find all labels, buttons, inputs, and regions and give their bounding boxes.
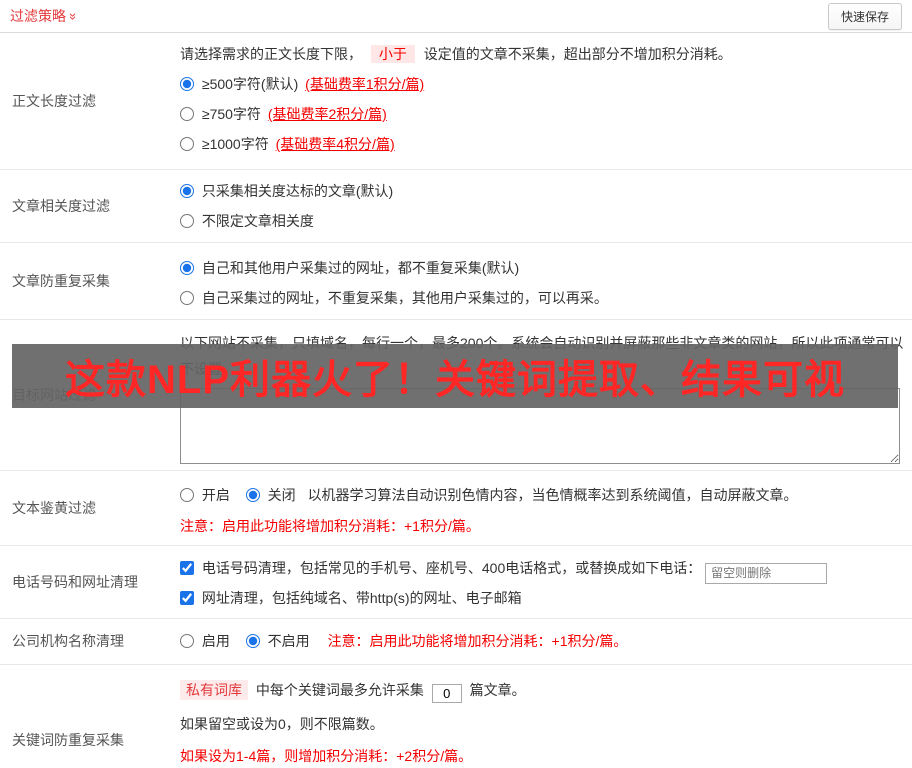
length-intro: 请选择需求的正文长度下限， 小于 设定值的文章不采集，超出部分不增加积分消耗。 <box>180 39 904 69</box>
fee-note: (基础费率4积分/篇) <box>275 136 395 152</box>
checkbox-option-url-cleanup[interactable]: 网址清理，包括纯域名、带http(s)的网址、电子邮箱 <box>180 584 904 612</box>
quick-save-button[interactable]: 快速保存 <box>827 2 902 30</box>
section-length-filter: 正文长度过滤 请选择需求的正文长度下限， 小于 设定值的文章不采集，超出部分不增… <box>0 33 912 170</box>
radio-option-dedup-self[interactable]: 自己采集过的网址，不重复采集，其他用户采集过的，可以再采。 <box>180 283 904 313</box>
option-label: ≥500字符(默认) <box>201 76 299 92</box>
section-label-target-site: 目标网站过滤 <box>12 387 96 403</box>
section-target-site-filter: 目标网站过滤 以下网站不采集，只填域名，每行一个，最多200个。系统会自动识别并… <box>0 320 912 471</box>
radio-input-length-1000[interactable] <box>180 137 194 151</box>
page-title[interactable]: 过滤策略 » <box>10 6 82 26</box>
section-label-phone: 电话号码和网址清理 <box>12 573 138 590</box>
section-label-porn: 文本鉴黄过滤 <box>12 500 96 516</box>
option-label: ≥1000字符 <box>201 136 269 152</box>
radio-option-length-1000[interactable]: ≥1000字符 (基础费率4积分/篇) <box>180 129 904 159</box>
page-title-text: 过滤策略 <box>10 8 66 24</box>
keyword-limit-input[interactable] <box>431 683 462 703</box>
section-porn-filter: 文本鉴黄过滤 开启 关闭 以机器学习算法自动识别色情内容，当色情概率达到系统阈值… <box>0 471 912 546</box>
length-intro-after: 设定值的文章不采集，超出部分不增加积分消耗。 <box>423 46 732 62</box>
radio-option-porn-on[interactable]: 开启 <box>180 487 234 503</box>
blocked-sites-textarea[interactable] <box>180 388 900 464</box>
company-cost-note: 注意：启用此功能将增加积分消耗：+1积分/篇。 <box>327 632 628 649</box>
radio-option-length-750[interactable]: ≥750字符 (基础费率2积分/篇) <box>180 99 904 129</box>
keyword-limit-text: 中每个关键词最多允许采集 <box>255 681 424 698</box>
radio-input-company-on[interactable] <box>180 633 194 648</box>
fee-note: (基础费率1积分/篇) <box>305 76 425 92</box>
option-label: ≥750字符 <box>201 106 261 122</box>
radio-input-porn-off[interactable] <box>245 488 260 502</box>
section-label-length: 正文长度过滤 <box>12 93 96 109</box>
section-company-cleanup: 公司机构名称清理 启用 不启用 注意：启用此功能将增加积分消耗：+1积分/篇。 <box>0 619 912 665</box>
radio-option-porn-off[interactable]: 关闭 <box>245 487 300 503</box>
replacement-phone-input[interactable] <box>705 562 828 584</box>
radio-input-dedup-global[interactable] <box>180 261 194 275</box>
section-keyword-dedup: 关键词防重复采集 私有词库 中每个关键词最多允许采集 篇文章。 如果留空或设为0… <box>0 665 912 768</box>
checkbox-input-phone-cleanup[interactable] <box>180 561 194 575</box>
radio-input-porn-on[interactable] <box>180 488 194 502</box>
keyword-note-zero: 如果留空或设为0，则不限篇数。 <box>180 715 384 732</box>
radio-input-dedup-self[interactable] <box>180 291 194 305</box>
option-label: 不启用 <box>267 632 310 649</box>
keyword-note-cost: 如果设为1-4篇，则增加积分消耗：+2积分/篇。 <box>180 747 473 764</box>
section-label-company: 公司机构名称清理 <box>12 633 124 649</box>
option-label: 网址清理，包括纯域名、带http(s)的网址、电子邮箱 <box>201 589 522 606</box>
radio-option-relevance-strict[interactable]: 只采集相关度达标的文章(默认) <box>180 176 904 206</box>
radio-input-length-500[interactable] <box>180 77 194 91</box>
section-relevance-filter: 文章相关度过滤 只采集相关度达标的文章(默认) 不限定文章相关度 <box>0 170 912 243</box>
radio-input-relevance-any[interactable] <box>180 214 194 228</box>
option-label: 开启 <box>201 487 230 503</box>
radio-input-company-off[interactable] <box>245 633 260 648</box>
lessthan-highlight: 小于 <box>370 45 415 63</box>
section-label-dedup: 文章防重复采集 <box>12 273 110 289</box>
section-label-relevance: 文章相关度过滤 <box>12 198 110 214</box>
fee-note: (基础费率2积分/篇) <box>267 106 387 122</box>
radio-option-company-on[interactable]: 启用 <box>180 633 234 649</box>
option-label: 电话号码清理，包括常见的手机号、座机号、400电话格式，或替换成如下电话： <box>201 560 702 576</box>
option-label: 启用 <box>201 632 230 649</box>
radio-option-relevance-any[interactable]: 不限定文章相关度 <box>180 206 904 236</box>
radio-option-length-500[interactable]: ≥500字符(默认) (基础费率1积分/篇) <box>180 69 904 99</box>
section-dedup-filter: 文章防重复采集 自己和其他用户采集过的网址，都不重复采集(默认) 自己采集过的网… <box>0 243 912 320</box>
option-label: 关闭 <box>267 487 296 503</box>
chevron-down-icon: » <box>66 12 82 20</box>
radio-input-relevance-strict[interactable] <box>180 184 194 198</box>
option-label: 只采集相关度达标的文章(默认) <box>201 183 394 199</box>
length-intro-before: 请选择需求的正文长度下限， <box>180 46 362 62</box>
porn-cost-note: 注意：启用此功能将增加积分消耗：+1积分/篇。 <box>180 518 480 534</box>
porn-description: 以机器学习算法自动识别色情内容，当色情概率达到系统阈值，自动屏蔽文章。 <box>307 487 798 503</box>
radio-option-dedup-global[interactable]: 自己和其他用户采集过的网址，都不重复采集(默认) <box>180 253 904 283</box>
keyword-limit-suffix: 篇文章。 <box>469 681 526 698</box>
option-label: 不限定文章相关度 <box>201 213 314 229</box>
radio-option-company-off[interactable]: 不启用 <box>245 632 314 649</box>
radio-input-length-750[interactable] <box>180 107 194 121</box>
keyword-limit-line: 私有词库 中每个关键词最多允许采集 篇文章。 <box>180 679 904 703</box>
private-lexicon-link[interactable]: 私有词库 <box>180 679 248 700</box>
filter-strategy-page: 过滤策略 » 快速保存 正文长度过滤 请选择需求的正文长度下限， 小于 设定值的… <box>0 0 912 768</box>
option-label: 自己和其他用户采集过的网址，都不重复采集(默认) <box>201 260 520 276</box>
checkbox-input-url-cleanup[interactable] <box>180 590 194 605</box>
topbar: 过滤策略 » 快速保存 <box>0 0 912 33</box>
option-label: 自己采集过的网址，不重复采集，其他用户采集过的，可以再采。 <box>201 290 608 306</box>
target-site-description: 以下网站不采集，只填域名，每行一个，最多200个。系统会自动识别并屏蔽那些非文章… <box>180 335 904 377</box>
checkbox-option-phone-cleanup[interactable]: 电话号码清理，包括常见的手机号、座机号、400电话格式，或替换成如下电话： <box>180 554 904 584</box>
section-label-keyword: 关键词防重复采集 <box>12 731 124 748</box>
section-phone-url-cleanup: 电话号码和网址清理 电话号码清理，包括常见的手机号、座机号、400电话格式，或替… <box>0 546 912 619</box>
